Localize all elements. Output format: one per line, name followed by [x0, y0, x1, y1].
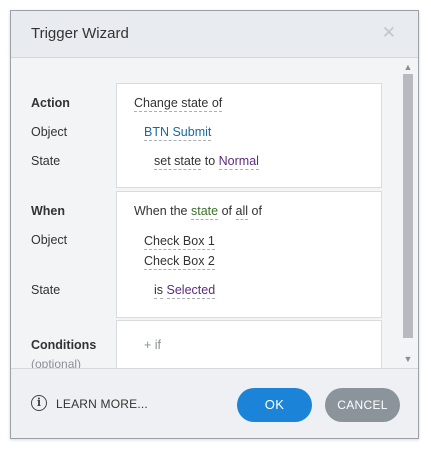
action-type-selector[interactable]: Change state of — [134, 96, 223, 112]
action-state-verb-selector[interactable]: set state — [154, 154, 202, 170]
action-state-to-text: to — [204, 154, 216, 168]
dialog-body: Action Object State Change state of BTN … — [11, 58, 418, 368]
when-text-prefix: When the — [134, 204, 188, 218]
when-condition-row: When the state of all of — [134, 204, 262, 220]
when-object-label: Object — [31, 233, 68, 247]
dialog-titlebar: Trigger Wizard ✕ — [11, 11, 418, 58]
action-heading: Action — [31, 96, 70, 110]
close-icon[interactable]: ✕ — [382, 23, 396, 43]
info-icon[interactable]: i — [31, 395, 47, 411]
action-card: Change state of BTN Submit set state to … — [116, 83, 382, 188]
when-object-item[interactable]: Check Box 2 — [144, 254, 215, 270]
trigger-wizard-dialog: Trigger Wizard ✕ Action Object State Cha… — [10, 10, 419, 439]
learn-more-link[interactable]: LEARN MORE... — [56, 397, 148, 411]
action-object-label: Object — [31, 125, 68, 139]
cancel-button[interactable]: CANCEL — [325, 388, 400, 422]
vertical-scrollbar[interactable]: ▲ ▼ — [401, 58, 415, 368]
conditions-card: + if — [116, 320, 382, 368]
action-state-value-selector[interactable]: Normal — [218, 154, 259, 170]
when-heading: When — [31, 204, 66, 218]
add-if-button[interactable]: + if — [144, 338, 161, 352]
scroll-down-icon[interactable]: ▼ — [401, 352, 415, 366]
action-object-selector[interactable]: BTN Submit — [144, 125, 212, 141]
scroll-up-icon[interactable]: ▲ — [401, 60, 415, 74]
dialog-footer: i LEARN MORE... OK CANCEL — [11, 368, 418, 438]
conditions-heading: Conditions — [31, 338, 97, 352]
when-state-value-selector[interactable]: Selected — [166, 283, 216, 299]
when-text-of2: of — [251, 204, 262, 218]
when-property-selector[interactable]: state — [191, 204, 219, 220]
action-state-label: State — [31, 154, 61, 168]
when-object-item[interactable]: Check Box 1 — [144, 234, 215, 250]
scrollbar-thumb[interactable] — [403, 74, 413, 338]
ok-button[interactable]: OK — [237, 388, 312, 422]
when-state-operator-selector[interactable]: is — [154, 283, 164, 299]
when-quantifier-selector[interactable]: all — [235, 204, 249, 220]
action-state-row: set state to Normal — [154, 154, 259, 170]
dialog-title: Trigger Wizard — [31, 25, 129, 42]
conditions-subheading: (optional) — [31, 357, 82, 368]
when-state-row: is Selected — [154, 283, 216, 299]
when-card: When the state of all of Check Box 1 Che… — [116, 191, 382, 318]
when-state-label: State — [31, 283, 61, 297]
when-text-of: of — [221, 204, 233, 218]
